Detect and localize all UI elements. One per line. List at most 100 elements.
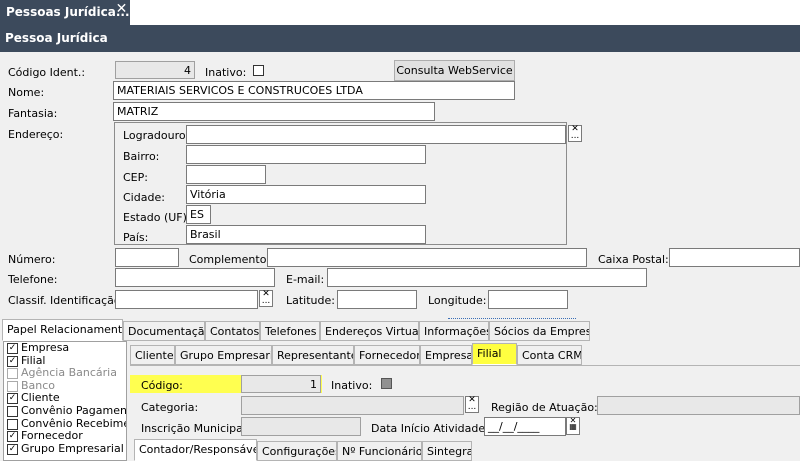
endereco-label: Endereço: bbox=[8, 128, 64, 141]
list-item-label: Cliente bbox=[21, 391, 60, 405]
inativo-label: Inativo: bbox=[205, 66, 247, 79]
calendar-glyph-icon: ▦ bbox=[569, 422, 577, 431]
tab-telefones[interactable]: Telefones bbox=[260, 321, 320, 341]
list-item-label: Convênio Pagamento bbox=[21, 403, 127, 417]
categoria-field[interactable] bbox=[241, 396, 464, 415]
list-item[interactable]: ✓ Grupo Empresarial bbox=[4, 441, 126, 456]
telefone-field[interactable] bbox=[115, 268, 275, 287]
subtab-filial[interactable]: Filial bbox=[472, 343, 517, 365]
inativo-checkbox[interactable] bbox=[253, 65, 264, 76]
longitude-label: Longitude: bbox=[428, 294, 487, 307]
splitter-handle[interactable] bbox=[448, 310, 576, 319]
logradouro-label: Logradouro: bbox=[123, 129, 190, 142]
subtab-fornecedor[interactable]: Fornecedor bbox=[354, 345, 420, 365]
calendar-icon[interactable]: ✕ ▦ bbox=[566, 417, 580, 435]
complemento-field[interactable] bbox=[267, 248, 587, 267]
regiao-atuacao-field[interactable] bbox=[597, 396, 800, 415]
checkbox[interactable] bbox=[7, 368, 18, 380]
fantasia-field[interactable]: MATRIZ bbox=[113, 102, 435, 121]
dots-icon: ... bbox=[261, 296, 271, 306]
tab-informacoes[interactable]: Informações bbox=[419, 321, 489, 341]
pais-field[interactable]: Brasil bbox=[186, 225, 426, 244]
regiao-atuacao-label: Região de Atuação: bbox=[491, 401, 598, 414]
subtab-empresa[interactable]: Empresa bbox=[420, 345, 472, 365]
dots-icon: ... bbox=[467, 402, 477, 412]
codigo-ident-field[interactable]: 4 bbox=[115, 61, 195, 79]
tab-enderecos-virtuais[interactable]: Endereços Virtuais bbox=[320, 321, 419, 341]
email-label: E-mail: bbox=[286, 273, 325, 286]
estado-field[interactable]: ES bbox=[186, 205, 211, 224]
filial-inativo-label: Inativo: bbox=[331, 379, 373, 392]
numero-label: Número: bbox=[8, 253, 56, 266]
inscricao-municipal-field[interactable] bbox=[241, 417, 361, 436]
checkbox[interactable] bbox=[7, 418, 18, 430]
classif-lookup-button[interactable]: ✕... bbox=[259, 290, 273, 307]
bairro-label: Bairro: bbox=[123, 150, 160, 163]
checkbox[interactable] bbox=[7, 380, 18, 392]
subtab-cliente[interactable]: Cliente bbox=[130, 345, 175, 365]
papel-relacionamento-list: ✓ Empresa ✓ Filial Agência Bancária Banco … bbox=[3, 341, 127, 461]
numero-field[interactable] bbox=[115, 248, 179, 267]
inscricao-municipal-label: Inscrição Municipal: bbox=[141, 422, 250, 435]
estado-label: Estado (UF): bbox=[123, 211, 191, 224]
subtab-conta-crm[interactable]: Conta CRM bbox=[517, 345, 582, 365]
cep-field[interactable] bbox=[186, 165, 266, 184]
cidade-label: Cidade: bbox=[123, 191, 165, 204]
classif-identificacao-label: Classif. Identificação: bbox=[8, 294, 125, 307]
categoria-label: Categoria: bbox=[141, 401, 199, 414]
list-item-label: Fornecedor bbox=[21, 429, 83, 443]
check-icon[interactable]: ✓ bbox=[7, 443, 18, 455]
filial-codigo-field[interactable]: 1 bbox=[241, 375, 321, 393]
pais-label: País: bbox=[123, 231, 149, 244]
tab-contador-responsavel[interactable]: Contador/Responsável bbox=[134, 439, 257, 461]
longitude-field[interactable] bbox=[488, 290, 568, 309]
latitude-field[interactable] bbox=[337, 290, 417, 309]
nome-label: Nome: bbox=[8, 86, 45, 99]
classif-identificacao-field[interactable] bbox=[115, 290, 258, 309]
subtab-representante[interactable]: Representante bbox=[272, 345, 354, 365]
caixa-postal-field[interactable] bbox=[669, 248, 800, 267]
filial-inativo-checkbox[interactable] bbox=[381, 378, 392, 389]
list-item-label: Convênio Recebimento bbox=[21, 416, 126, 430]
document-tab[interactable]: Pessoas Jurídica... bbox=[0, 0, 130, 25]
consulta-webservice-button[interactable]: Consulta WebService bbox=[394, 60, 515, 81]
check-icon[interactable]: ✓ bbox=[7, 355, 18, 367]
categoria-lookup-button[interactable]: ✕... bbox=[465, 396, 479, 413]
data-inicio-label: Data Início Atividade: bbox=[371, 422, 489, 435]
nome-field[interactable]: MATERIAIS SERVICOS E CONSTRUCOES LTDA bbox=[113, 81, 515, 100]
tab-papel-relacionamento[interactable]: Papel Relacionamento bbox=[2, 319, 123, 341]
dots-icon: ... bbox=[570, 131, 580, 141]
tab-sintegra[interactable]: Sintegra bbox=[422, 441, 472, 461]
list-item-label: Grupo Empresarial bbox=[21, 441, 124, 455]
email-field[interactable] bbox=[327, 268, 647, 287]
logradouro-field[interactable] bbox=[186, 125, 566, 144]
tab-numero-funcionarios[interactable]: Nº Funcionários bbox=[337, 441, 422, 461]
check-icon[interactable]: ✓ bbox=[7, 431, 18, 443]
tab-contatos[interactable]: Contatos bbox=[205, 321, 260, 341]
latitude-label: Latitude: bbox=[286, 294, 335, 307]
data-inicio-field[interactable]: __/__/____ bbox=[484, 417, 566, 436]
codigo-ident-label: Código Ident.: bbox=[8, 66, 86, 79]
page-title: Pessoa Jurídica bbox=[0, 25, 800, 52]
tab-documentacao[interactable]: Documentação bbox=[123, 321, 205, 341]
tab-configuracoes[interactable]: Configurações bbox=[257, 441, 337, 461]
telefone-label: Telefone: bbox=[8, 273, 58, 286]
subtab-grupo-empresarial[interactable]: Grupo Empresarial bbox=[175, 345, 272, 365]
cep-label: CEP: bbox=[123, 171, 148, 184]
bairro-field[interactable] bbox=[186, 145, 426, 164]
logradouro-lookup-button[interactable]: ✕... bbox=[568, 125, 582, 142]
list-item-label: Filial bbox=[21, 353, 46, 367]
filial-codigo-label: Código: bbox=[141, 379, 183, 392]
list-item-label: Empresa bbox=[21, 341, 70, 354]
check-icon[interactable]: ✓ bbox=[7, 393, 18, 405]
checkbox[interactable] bbox=[7, 405, 18, 417]
list-item-label: Banco bbox=[21, 378, 56, 392]
caixa-postal-label: Caixa Postal: bbox=[598, 253, 669, 266]
fantasia-label: Fantasia: bbox=[8, 107, 58, 120]
cidade-field[interactable]: Vitória bbox=[186, 185, 426, 204]
check-icon[interactable]: ✓ bbox=[7, 343, 18, 354]
list-item-label: Agência Bancária bbox=[21, 366, 117, 380]
complemento-label: Complemento: bbox=[189, 253, 271, 266]
tab-socios-empresa[interactable]: Sócios da Empresa bbox=[489, 321, 590, 341]
close-tab-icon[interactable]: ✕ bbox=[113, 0, 130, 20]
